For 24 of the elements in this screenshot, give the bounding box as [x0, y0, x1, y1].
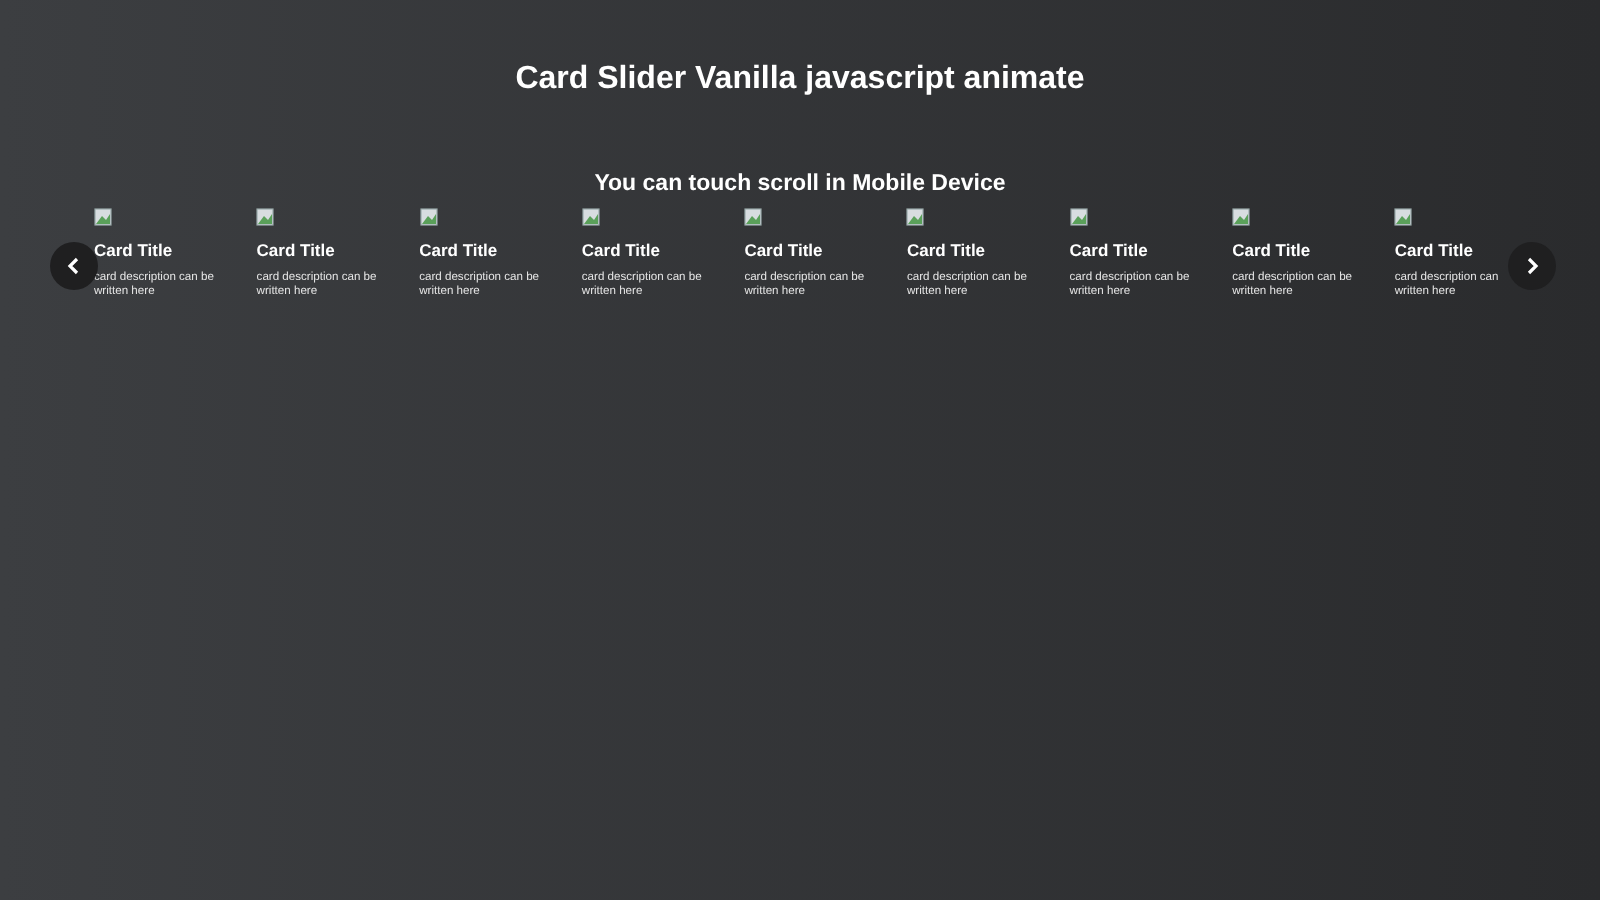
chevron-left-icon [64, 256, 84, 276]
page-subtitle: You can touch scroll in Mobile Device [594, 170, 1006, 198]
page-title: Card Slider Vanilla javascript animate [515, 62, 1085, 98]
card-title: Card Title [94, 240, 175, 260]
card-title: Card Title [419, 240, 500, 260]
broken-image-icon [256, 208, 275, 226]
broken-image-icon [581, 208, 600, 226]
card-title: Card Title [1069, 240, 1150, 260]
card-title: Card Title [581, 240, 662, 260]
broken-image-icon [744, 208, 763, 226]
card-title: Card Title [1394, 240, 1475, 260]
card-title: Card Title [906, 240, 988, 260]
card-title: Card Title [744, 240, 825, 260]
card-title: Card Title [256, 240, 337, 260]
chevron-right-icon [1522, 256, 1542, 276]
card-title: Card Title [1232, 240, 1313, 260]
broken-image-icon [906, 208, 925, 226]
broken-image-icon [94, 208, 112, 226]
broken-image-icon [1394, 208, 1413, 226]
previous-button[interactable] [50, 242, 98, 290]
broken-image-icon [419, 208, 438, 226]
broken-image-icon [1069, 208, 1088, 226]
broken-image-icon [1232, 208, 1251, 226]
next-button[interactable] [1508, 242, 1556, 290]
